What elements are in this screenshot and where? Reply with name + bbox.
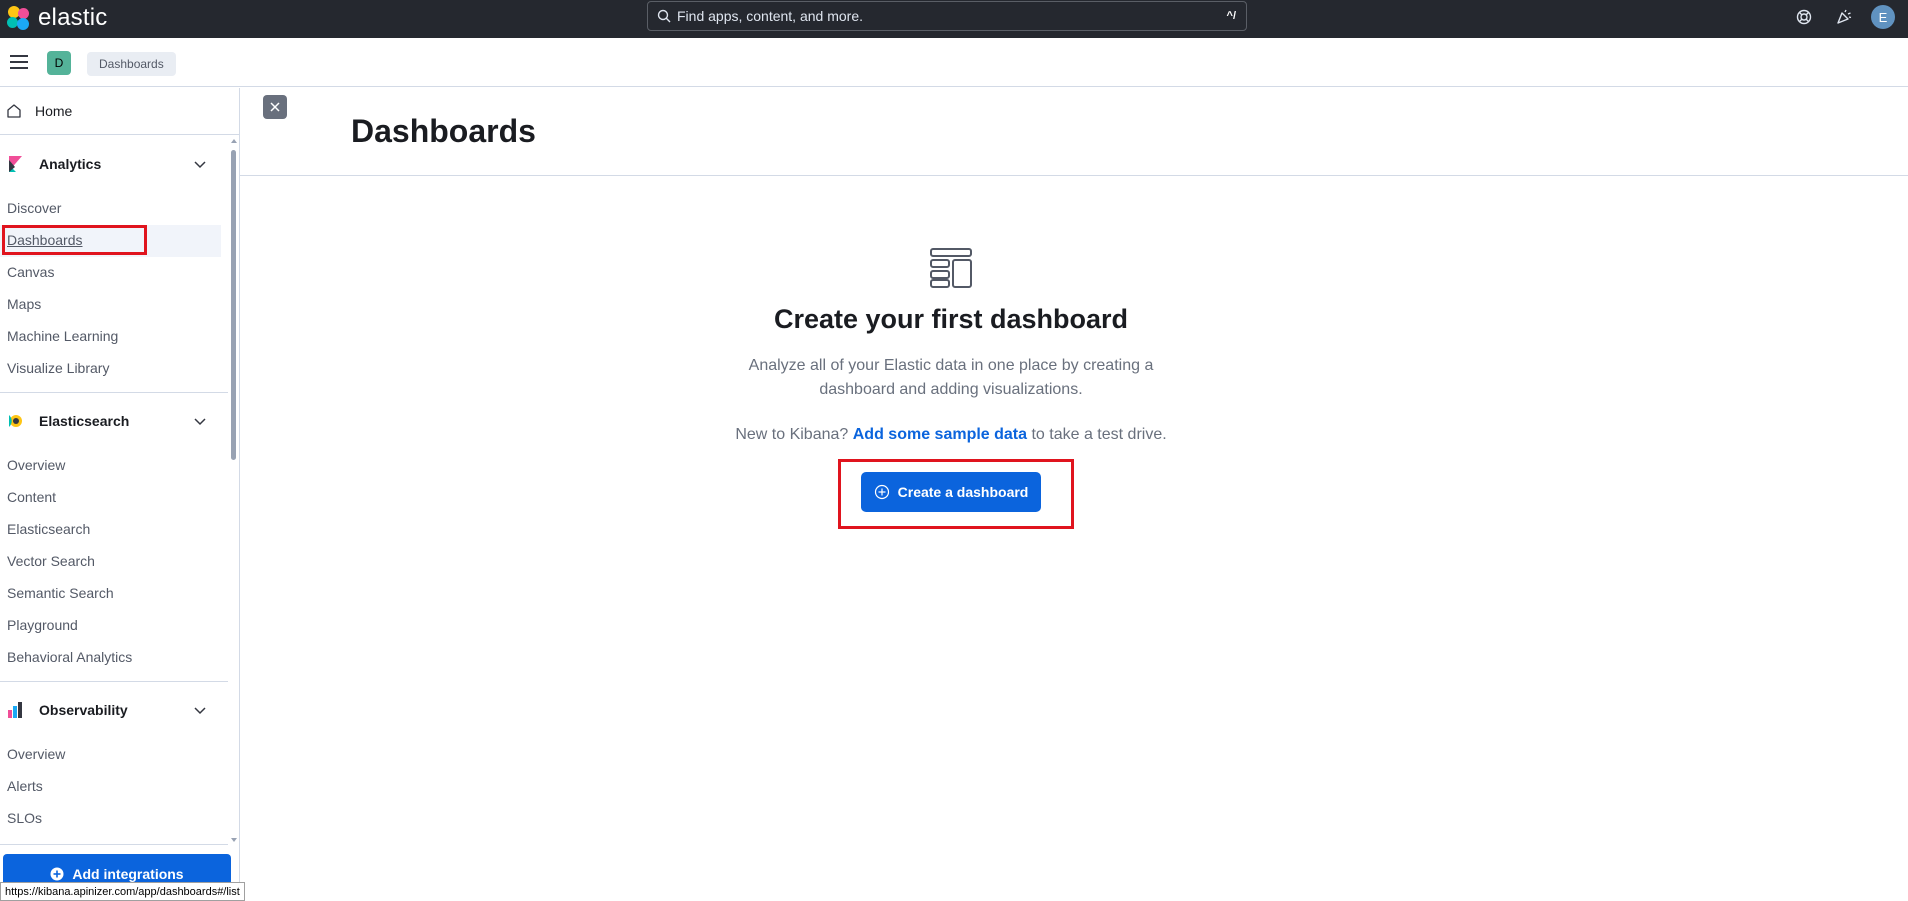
sidebar-item-visualize-library[interactable]: Visualize Library bbox=[7, 360, 109, 376]
user-avatar[interactable]: E bbox=[1871, 5, 1895, 29]
sample-prefix: New to Kibana? bbox=[735, 426, 849, 443]
kibana-logo-icon bbox=[9, 156, 22, 172]
sidebar-item-semantic-search[interactable]: Semantic Search bbox=[7, 585, 114, 601]
sidebar-item-overview[interactable]: Overview bbox=[7, 457, 65, 473]
space-avatar[interactable]: D bbox=[47, 51, 71, 75]
nav-divider bbox=[0, 392, 228, 393]
plus-circle-icon bbox=[50, 867, 64, 881]
nav-group-label: Analytics bbox=[39, 156, 102, 172]
menu-toggle-icon[interactable] bbox=[10, 55, 28, 69]
sidebar-item-canvas[interactable]: Canvas bbox=[7, 264, 54, 280]
breadcrumb: Dashboards bbox=[87, 52, 176, 76]
empty-state-body: Analyze all of your Elastic data in one … bbox=[748, 357, 1154, 398]
help-icon bbox=[1796, 9, 1812, 25]
search-shortcut: ^/ bbox=[1226, 10, 1236, 22]
observability-logo-icon bbox=[8, 702, 22, 718]
elastic-logo[interactable]: elastic bbox=[6, 4, 107, 32]
global-search[interactable]: ^/ bbox=[647, 1, 1247, 31]
dashboard-app-icon bbox=[930, 248, 972, 288]
breadcrumb-bar: D Dashboards bbox=[0, 38, 1908, 87]
search-icon bbox=[657, 9, 671, 23]
scroll-up-icon[interactable] bbox=[231, 138, 237, 144]
dashboards-highlight-box bbox=[2, 225, 147, 255]
sidebar-item-home[interactable]: Home bbox=[0, 88, 239, 135]
sidebar-item-discover[interactable]: Discover bbox=[7, 200, 61, 216]
chevron-down-icon bbox=[194, 707, 206, 715]
add-integrations-label: Add integrations bbox=[72, 866, 184, 882]
sidebar-item-playground[interactable]: Playground bbox=[7, 617, 78, 633]
home-icon bbox=[7, 104, 21, 118]
add-sample-data-link[interactable]: Add some sample data bbox=[853, 426, 1027, 443]
chevron-down-icon bbox=[194, 161, 206, 169]
close-icon bbox=[270, 102, 280, 112]
sample-data-prompt: New to Kibana? Add some sample data to t… bbox=[0, 426, 1902, 444]
sidebar-item-overview[interactable]: Overview bbox=[7, 746, 65, 762]
search-input[interactable] bbox=[677, 8, 1227, 24]
nav-group-label: Observability bbox=[39, 702, 128, 718]
sidebar-item-content[interactable]: Content bbox=[7, 489, 56, 505]
logo-text: elastic bbox=[38, 4, 108, 31]
scroll-down-icon[interactable] bbox=[231, 837, 237, 843]
help-button[interactable] bbox=[1792, 5, 1816, 29]
sidebar-item-label: Home bbox=[35, 103, 73, 119]
nav-group-analytics[interactable]: Analytics bbox=[0, 148, 228, 180]
create-button-highlight-box bbox=[838, 459, 1074, 529]
nav-group-observability[interactable]: Observability bbox=[0, 694, 228, 726]
cheer-icon bbox=[1837, 9, 1852, 24]
sidebar-item-alerts[interactable]: Alerts bbox=[7, 778, 43, 794]
global-header: elastic ^/ E bbox=[0, 0, 1908, 38]
sample-suffix: to take a test drive. bbox=[1031, 426, 1167, 443]
news-feed-button[interactable] bbox=[1832, 5, 1856, 29]
nav-divider bbox=[0, 844, 228, 845]
title-divider bbox=[240, 175, 1908, 176]
page-title: Dashboards bbox=[351, 113, 536, 149]
collapse-nav-button[interactable] bbox=[263, 95, 287, 119]
side-navigation: Home Analytics Discover Dashboards Canva… bbox=[0, 88, 240, 901]
status-url-tooltip: https://kibana.apinizer.com/app/dashboar… bbox=[0, 882, 245, 901]
nav-divider bbox=[0, 681, 228, 682]
sidebar-item-vector-search[interactable]: Vector Search bbox=[7, 553, 95, 569]
sidebar-item-elasticsearch[interactable]: Elasticsearch bbox=[7, 521, 90, 537]
sidebar-item-behavioral-analytics[interactable]: Behavioral Analytics bbox=[7, 649, 132, 665]
empty-state-title: Create your first dashboard bbox=[773, 304, 1129, 334]
elastic-logo-icon bbox=[6, 5, 32, 31]
sidebar-item-slos[interactable]: SLOs bbox=[7, 810, 42, 826]
